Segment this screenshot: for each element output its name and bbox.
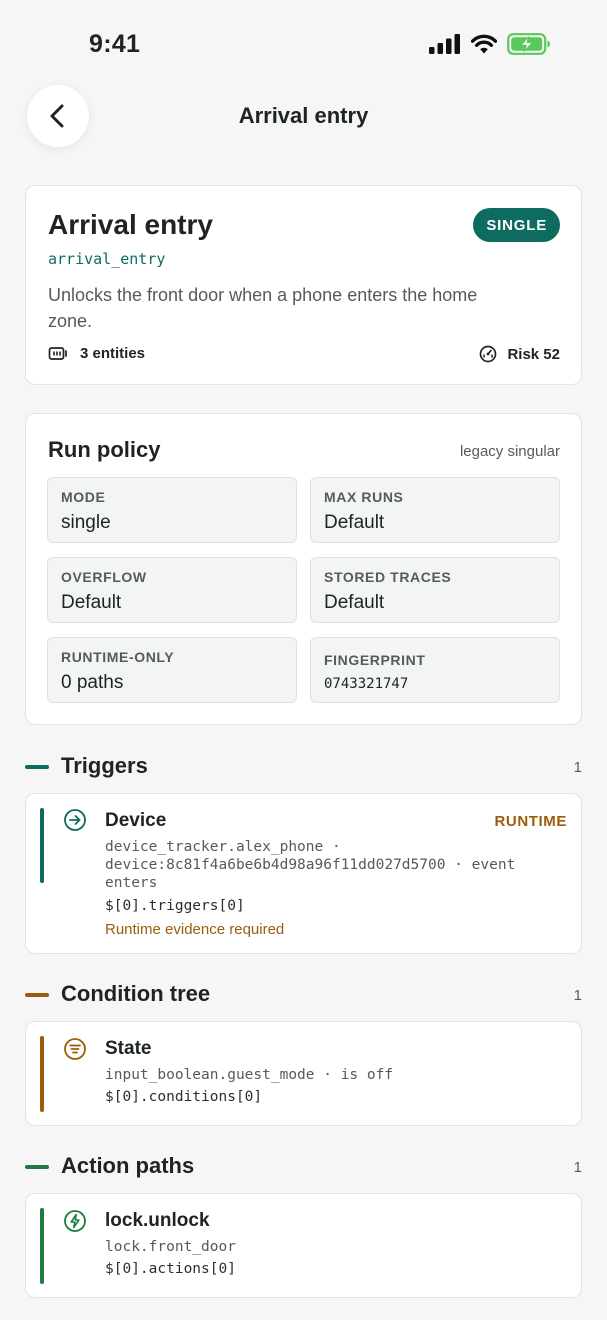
section-count: 1	[573, 1159, 582, 1176]
tile-label: FINGERPRINT	[324, 652, 426, 668]
item-accent-bar	[40, 1208, 44, 1284]
lightning-icon	[64, 1210, 86, 1232]
wifi-icon	[471, 34, 497, 54]
tile-label: STORED TRACES	[324, 569, 452, 585]
action-path: $[0].actions[0]	[105, 1261, 236, 1277]
risk-meta: Risk 52	[479, 345, 560, 363]
tile-value: Default	[324, 512, 385, 533]
actions-section-header: Action paths 1	[25, 1153, 582, 1183]
item-accent-bar	[40, 1036, 44, 1112]
triggers-section-header: Triggers 1	[25, 753, 582, 783]
tile-value: 0 paths	[61, 672, 124, 693]
section-title: Condition tree	[61, 981, 211, 1006]
tile-label: MODE	[61, 489, 106, 505]
condition-detail: input_boolean.guest_mode · is off	[105, 1067, 394, 1083]
trigger-item[interactable]: Device RUNTIME device_tracker.alex_phone…	[25, 793, 582, 954]
automation-description: Unlocks the front door when a phone ente…	[48, 285, 478, 331]
tile-label: MAX RUNS	[324, 489, 404, 505]
policy-tile-fingerprint: FINGERPRINT 0743321747	[310, 637, 560, 703]
section-title: Triggers	[61, 753, 148, 778]
policy-tile-max-runs: MAX RUNS Default	[310, 477, 560, 543]
policy-tile-overflow: OVERFLOW Default	[47, 557, 297, 623]
trigger-path: $[0].triggers[0]	[105, 898, 245, 914]
action-item[interactable]: lock.unlock lock.front_door $[0].actions…	[25, 1193, 582, 1298]
section-count: 1	[573, 759, 582, 776]
tile-value: Default	[61, 592, 122, 613]
filter-list-icon	[64, 1038, 86, 1060]
battery-charging-icon	[507, 33, 550, 55]
section-accent-bar	[25, 1165, 49, 1169]
condition-item[interactable]: State input_boolean.guest_mode · is off …	[25, 1021, 582, 1126]
run-policy-note: legacy singular	[459, 443, 560, 460]
arrow-circle-icon	[64, 809, 86, 831]
runtime-badge: RUNTIME	[494, 813, 567, 830]
item-accent-bar	[40, 808, 44, 883]
run-policy-card: Run policy legacy singular MODE single M…	[25, 413, 582, 725]
condition-path: $[0].conditions[0]	[105, 1089, 263, 1105]
section-accent-bar	[25, 993, 49, 997]
policy-tile-stored-traces: STORED TRACES Default	[310, 557, 560, 623]
trigger-detail-line: device_tracker.alex_phone ·	[105, 839, 341, 855]
section-count: 1	[573, 987, 582, 1004]
tile-value: Default	[324, 592, 385, 613]
action-detail: lock.front_door	[105, 1239, 236, 1255]
status-icons	[429, 33, 551, 55]
entities-count: 3 entities	[80, 345, 146, 362]
status-bar: 9:41	[0, 0, 607, 80]
tile-value: single	[61, 512, 111, 533]
policy-tile-mode: MODE single	[47, 477, 297, 543]
nav-title: Arrival entry	[238, 103, 369, 128]
gauge-icon	[480, 345, 497, 363]
tile-value: 0743321747	[324, 676, 409, 692]
automation-id: arrival_entry	[48, 250, 166, 268]
trigger-detail-line: enters	[105, 875, 158, 891]
trigger-detail-line: device:8c81f4a6be6b4d98a96f11dd027d5700 …	[105, 857, 516, 873]
conditions-section-header: Condition tree 1	[25, 981, 582, 1011]
summary-card: Arrival entry SINGLE arrival_entry Unloc…	[25, 185, 582, 385]
tile-label: OVERFLOW	[61, 569, 147, 585]
device-icon	[48, 346, 67, 360]
run-policy-title: Run policy	[48, 437, 161, 462]
status-time: 9:41	[89, 30, 141, 58]
policy-tile-runtime-only: RUNTIME-ONLY 0 paths	[47, 637, 297, 703]
tile-label: RUNTIME-ONLY	[61, 649, 175, 665]
condition-name: State	[105, 1038, 152, 1059]
runtime-evidence-note: Runtime evidence required	[105, 921, 285, 938]
mode-badge: SINGLE	[473, 208, 560, 242]
section-accent-bar	[25, 765, 49, 769]
entities-meta: 3 entities	[48, 345, 145, 362]
section-title: Action paths	[61, 1153, 195, 1178]
action-name: lock.unlock	[105, 1210, 210, 1231]
trigger-name: Device	[105, 810, 167, 831]
automation-title: Arrival entry	[48, 209, 213, 240]
risk-score: Risk 52	[507, 345, 560, 363]
signal-icon	[429, 34, 460, 54]
